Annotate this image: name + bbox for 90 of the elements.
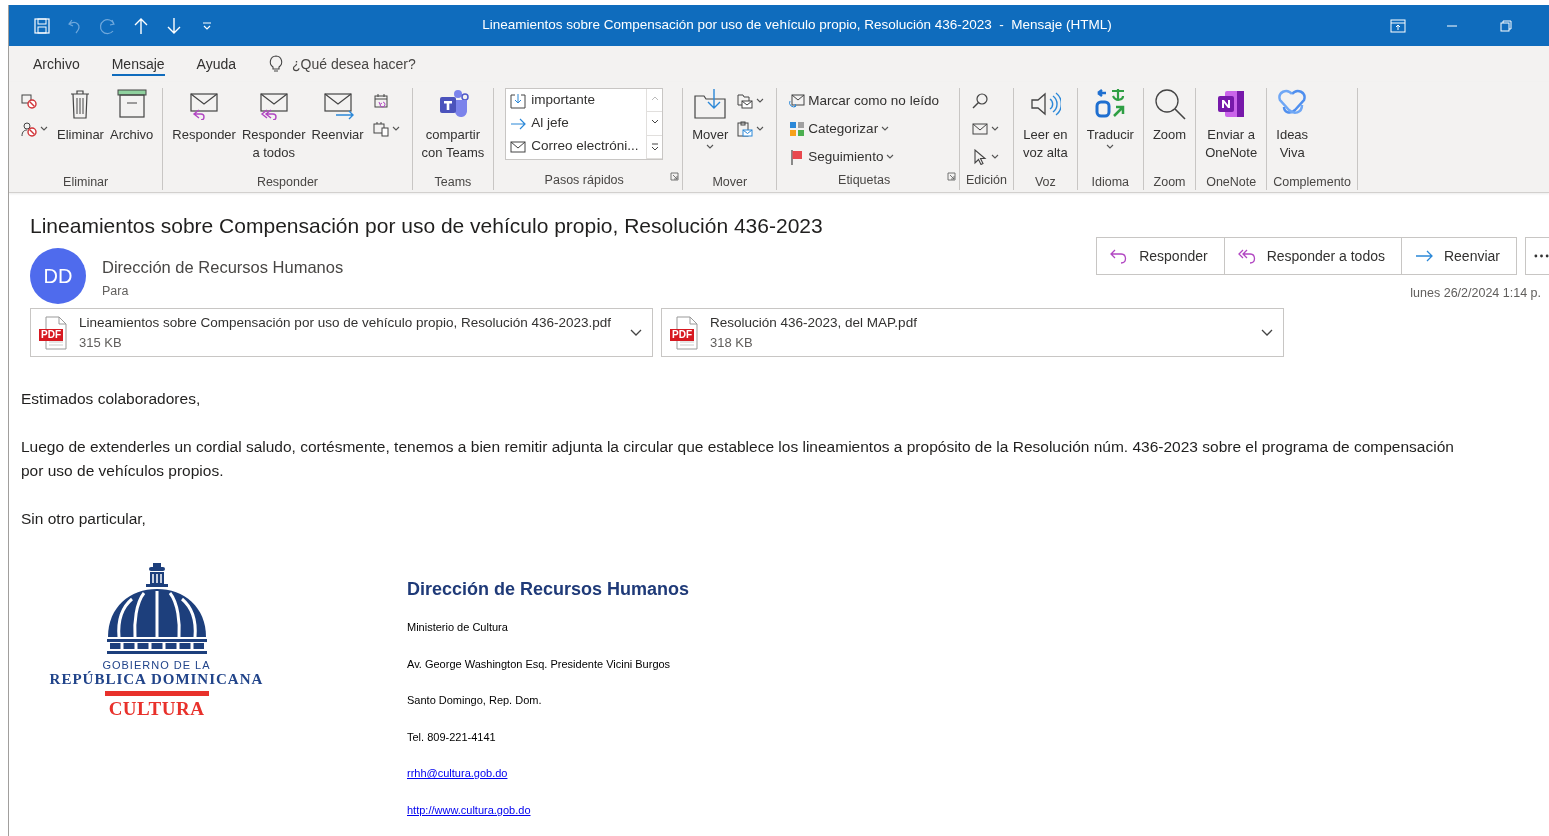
group-label: Complemento [1273,174,1352,190]
attachment-size: 318 KB [710,334,754,353]
group-label: Etiquetas [837,172,892,189]
signature-link[interactable]: rrhh@cultura.gob.do [407,767,508,780]
attachment-card[interactable]: PDF Lineamientos sobre Compensación por uso de vehículo propio, Resolución 436-2023.pdf 315 KB [30,308,653,358]
tell-me-field[interactable]: ¿Qué desea hacer? [292,53,443,75]
category-grid-icon [789,121,806,137]
attachment-size: 315 KB [79,334,123,353]
logo-text: REPÚBLICA DOMINICANA [49,671,264,688]
action-button[interactable]: Responder [1096,237,1225,276]
menu-tab[interactable]: Mensaje [95,46,181,82]
envelope-icon [510,138,527,155]
calendar-icon [372,93,389,109]
chevron-down-icon [1261,328,1273,337]
restore-icon [1500,19,1512,32]
ribbon-display-icon [1390,18,1406,33]
unread-mail-icon [789,93,806,109]
translate-icon [1094,88,1127,120]
quick-step[interactable]: importante [506,89,647,112]
ribbon-button[interactable]: compartir con Teams [418,88,488,174]
ribbon-button[interactable]: Mover [689,88,732,174]
blocked-window-icon [21,93,37,109]
action-button[interactable]: Responder a todos [1223,237,1402,276]
more-button[interactable] [1525,237,1549,276]
ribbon-button[interactable]: Archivo [106,88,157,174]
ribbon-button[interactable]: Traducir [1083,88,1137,174]
lightbulb-icon [268,55,285,73]
ribbon-button[interactable]: Marcar como no leído [786,88,942,114]
ribbon-button[interactable]: Eliminar [54,88,107,174]
launcher-icon [670,171,680,181]
device-icon [372,121,389,137]
group-label: Mover [711,174,749,190]
avatar: DD [30,248,86,305]
attachment-card[interactable]: PDF Resolución 436-2023, del MAP.pdf 318 KB [661,308,1284,358]
group-label: OneNote [1205,174,1258,190]
message-subject: Lineamientos sobre Compensación por uso de vehículo propio, Resolución 436-2023 [30,213,824,239]
signature-line: Av. George Washington Esq. Presidente Vicini Burgos [407,657,671,670]
folder-arrow-icon [694,88,727,120]
ribbon-button[interactable]: Categorizar [786,116,942,142]
inbox-arrow-icon [510,92,527,109]
attachment-name: Lineamientos sobre Compensación por uso de vehículo propio, Resolución 436-2023.pdf [79,313,613,332]
chevron-down-icon [630,328,642,337]
group-label: Zoom [1152,174,1187,190]
archive-box-icon [115,88,148,120]
folder-mail-icon [737,93,754,109]
group-label: Eliminar [62,174,110,190]
logo-text: CULTURA [108,698,205,721]
reply-all-icon [1236,248,1257,265]
body-paragraph: Estimados colaboradores, [21,389,202,410]
more-icon [1534,254,1549,259]
window-title: Lineamientos sobre Compensación por uso de vehículo propio, Resolución 436-2023 - Mensaje (HTML) [482,17,1112,33]
ribbon-button[interactable]: Reenviar [308,88,367,174]
ribbon-button[interactable]: Responder a todos [238,88,309,174]
quick-step[interactable]: Al jefe [506,112,647,135]
action-button[interactable]: Reenviar [1400,237,1517,276]
signature-line: Tel. 809-221-4141 [407,730,496,743]
cursor-icon [971,149,988,165]
search-icon [971,93,988,109]
group-label: Idioma [1090,174,1131,190]
ribbon-button[interactable]: Responder [169,88,239,174]
ribbon-button[interactable]: Zoom [1149,88,1190,174]
launcher-icon [946,171,956,181]
menu-tab[interactable]: Ayuda [180,46,253,82]
clipboard-mail-icon [737,121,754,137]
body-paragraph: Sin otro particular, [21,509,147,530]
body-paragraph: Luego de extenderles un cordial saludo, cortésmente, tenemos a bien remitir adjunta la circular que establece los lineamientos a propósito de la Resolución núm. 436-2023 sobre el programa de compensación por uso de vehículos propios. [21,437,1455,482]
signature-link[interactable]: http://www.cultura.gob.do [407,803,531,816]
signature-line: Ministerio de Cultura [407,621,508,634]
recipient-label: Para [102,282,130,300]
blocked-person-icon [21,121,37,137]
group-label: Voz [1033,174,1057,190]
group-label: Pasos rápidos [543,172,625,189]
quick-step[interactable]: Correo electróni... [506,135,647,158]
attachment-name: Resolución 436-2023, del MAP.pdf [710,313,918,332]
sender-name: Dirección de Recursos Humanos [102,257,344,279]
ribbon-button[interactable]: Ideas Viva [1273,88,1312,174]
message-date: lunes 26/2/2024 1:14 p. [1410,285,1542,303]
zoom-icon [1153,88,1186,120]
group-label: Teams [433,174,473,190]
group-label: Edición [965,172,1007,189]
menu-tab[interactable]: Archivo [17,46,96,82]
group-label: Responder [255,174,320,190]
ribbon-button[interactable]: Seguimiento [786,144,942,170]
envelope-icon [971,121,988,137]
ribbon-button[interactable]: Enviar a OneNote [1202,88,1261,174]
caret-icon [650,142,659,151]
ribbon-button[interactable]: Leer en voz alta [1019,88,1071,174]
logo-text: GOBIERNO DE LA [102,659,211,672]
signature-heading: Dirección de Recursos Humanos [407,578,690,602]
signature-line: Santo Domingo, Rep. Dom. [407,694,542,707]
